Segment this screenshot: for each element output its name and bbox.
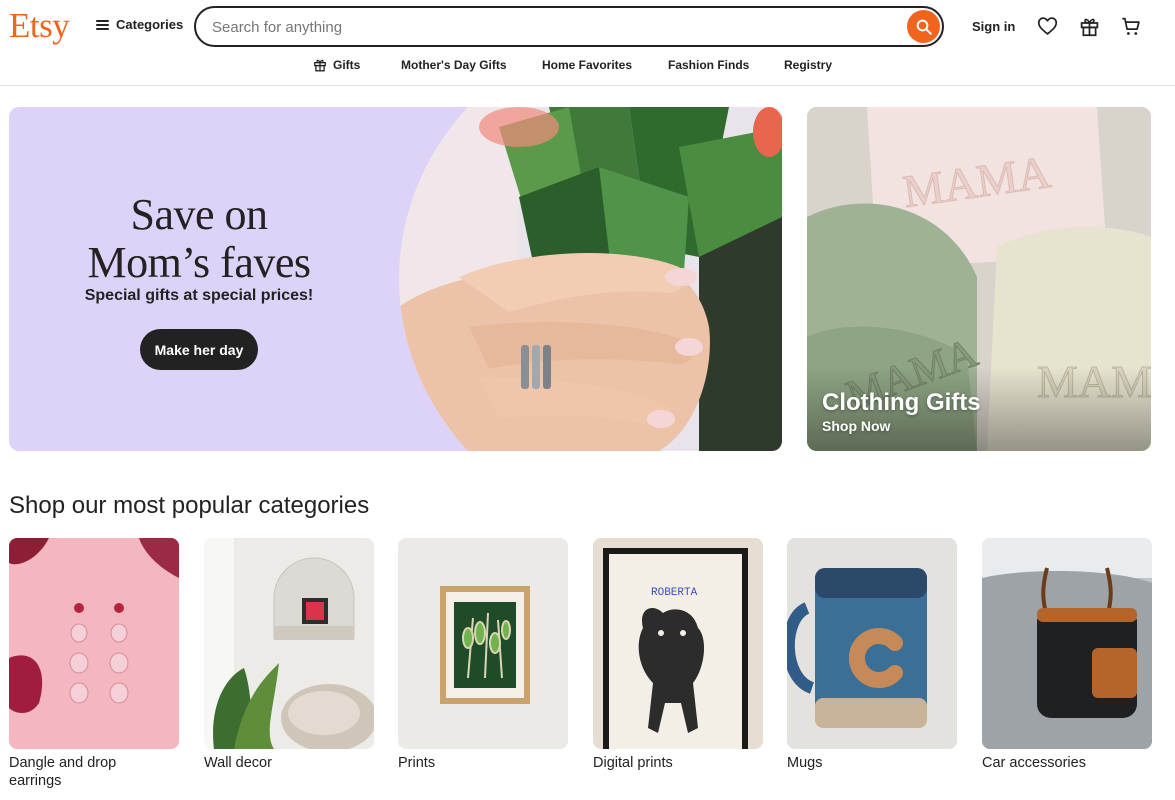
nav-label: Registry: [784, 58, 833, 72]
category-card-wall-decor[interactable]: Wall decor: [204, 538, 374, 772]
nav-label: Mother's Day Gifts: [401, 58, 507, 72]
top-nav: Gifts Mother's Day Gifts Home Favorites …: [0, 58, 1175, 76]
category-label: Prints: [398, 755, 436, 771]
search-input[interactable]: [212, 17, 892, 37]
hero-subtitle: Special gifts at special prices!: [84, 287, 314, 304]
popular-categories-heading: Shop our most popular categories: [9, 492, 370, 519]
category-label: Car accessories: [982, 755, 1086, 771]
search-button[interactable]: [907, 10, 940, 43]
nav-label: Home Favorites: [542, 58, 633, 72]
nav-item-mothers-day-gifts[interactable]: Mother's Day Gifts: [401, 58, 507, 72]
hero-title-line-2: Mom’s faves: [87, 238, 311, 287]
category-label: Digital prints: [593, 755, 673, 771]
category-image: [9, 538, 179, 749]
heart-icon: [1037, 17, 1057, 35]
favorites-button[interactable]: [1036, 15, 1058, 37]
nav-item-fashion-finds[interactable]: Fashion Finds: [668, 58, 749, 72]
category-image: [982, 538, 1152, 749]
category-label: Mugs: [787, 755, 823, 771]
category-image: [398, 538, 568, 749]
search-icon: [916, 19, 932, 35]
nav-item-home-favorites[interactable]: Home Favorites: [542, 58, 632, 72]
hamburger-icon: [96, 19, 109, 30]
category-card-mugs[interactable]: Mugs: [787, 538, 957, 772]
category-label: Dangle and drop earrings: [9, 755, 117, 789]
nav-item-gifts[interactable]: Gifts: [313, 58, 360, 72]
gift-icon: [1080, 18, 1098, 36]
sign-in-link[interactable]: Sign in: [972, 19, 1015, 34]
clothing-gifts-tile[interactable]: MAMA MAMA MAM Clothing Gifts Shop Now: [807, 107, 1151, 451]
shop-now-link[interactable]: Shop Now: [822, 418, 890, 434]
search-bar: [194, 6, 944, 47]
category-label: Wall decor: [204, 755, 272, 771]
category-image: [787, 538, 957, 749]
site-header: Etsy Categories Sign in: [0, 0, 1175, 86]
category-card-prints[interactable]: Prints: [398, 538, 568, 772]
cart-icon: [1122, 17, 1140, 35]
category-card-digital-prints[interactable]: ROBERTA Digital prints: [593, 538, 763, 772]
category-image: [204, 538, 374, 749]
category-card-car-accessories[interactable]: Car accessories: [982, 538, 1152, 772]
hero-title-line-1: Save on: [130, 190, 268, 239]
promo-title: Clothing Gifts: [822, 389, 981, 416]
gift-button[interactable]: [1078, 15, 1100, 37]
category-image: ROBERTA: [593, 538, 763, 749]
gift-icon: [314, 59, 326, 72]
category-card-earrings[interactable]: Dangle and drop earrings: [9, 538, 179, 790]
cart-button[interactable]: [1120, 15, 1142, 37]
hero-banner[interactable]: Save on Mom’s faves Special gifts at spe…: [9, 107, 782, 451]
etsy-logo[interactable]: Etsy: [9, 6, 70, 46]
svg-text:ROBERTA: ROBERTA: [651, 587, 698, 599]
make-her-day-button[interactable]: Make her day: [140, 329, 258, 370]
hero-flowers-photo: [399, 107, 782, 451]
categories-menu-button[interactable]: Categories: [96, 17, 183, 32]
hero-title: Save on Mom’s faves: [9, 191, 389, 287]
nav-label: Fashion Finds: [668, 58, 750, 72]
nav-item-registry[interactable]: Registry: [784, 58, 832, 72]
categories-label: Categories: [116, 17, 184, 32]
nav-label: Gifts: [333, 58, 361, 72]
